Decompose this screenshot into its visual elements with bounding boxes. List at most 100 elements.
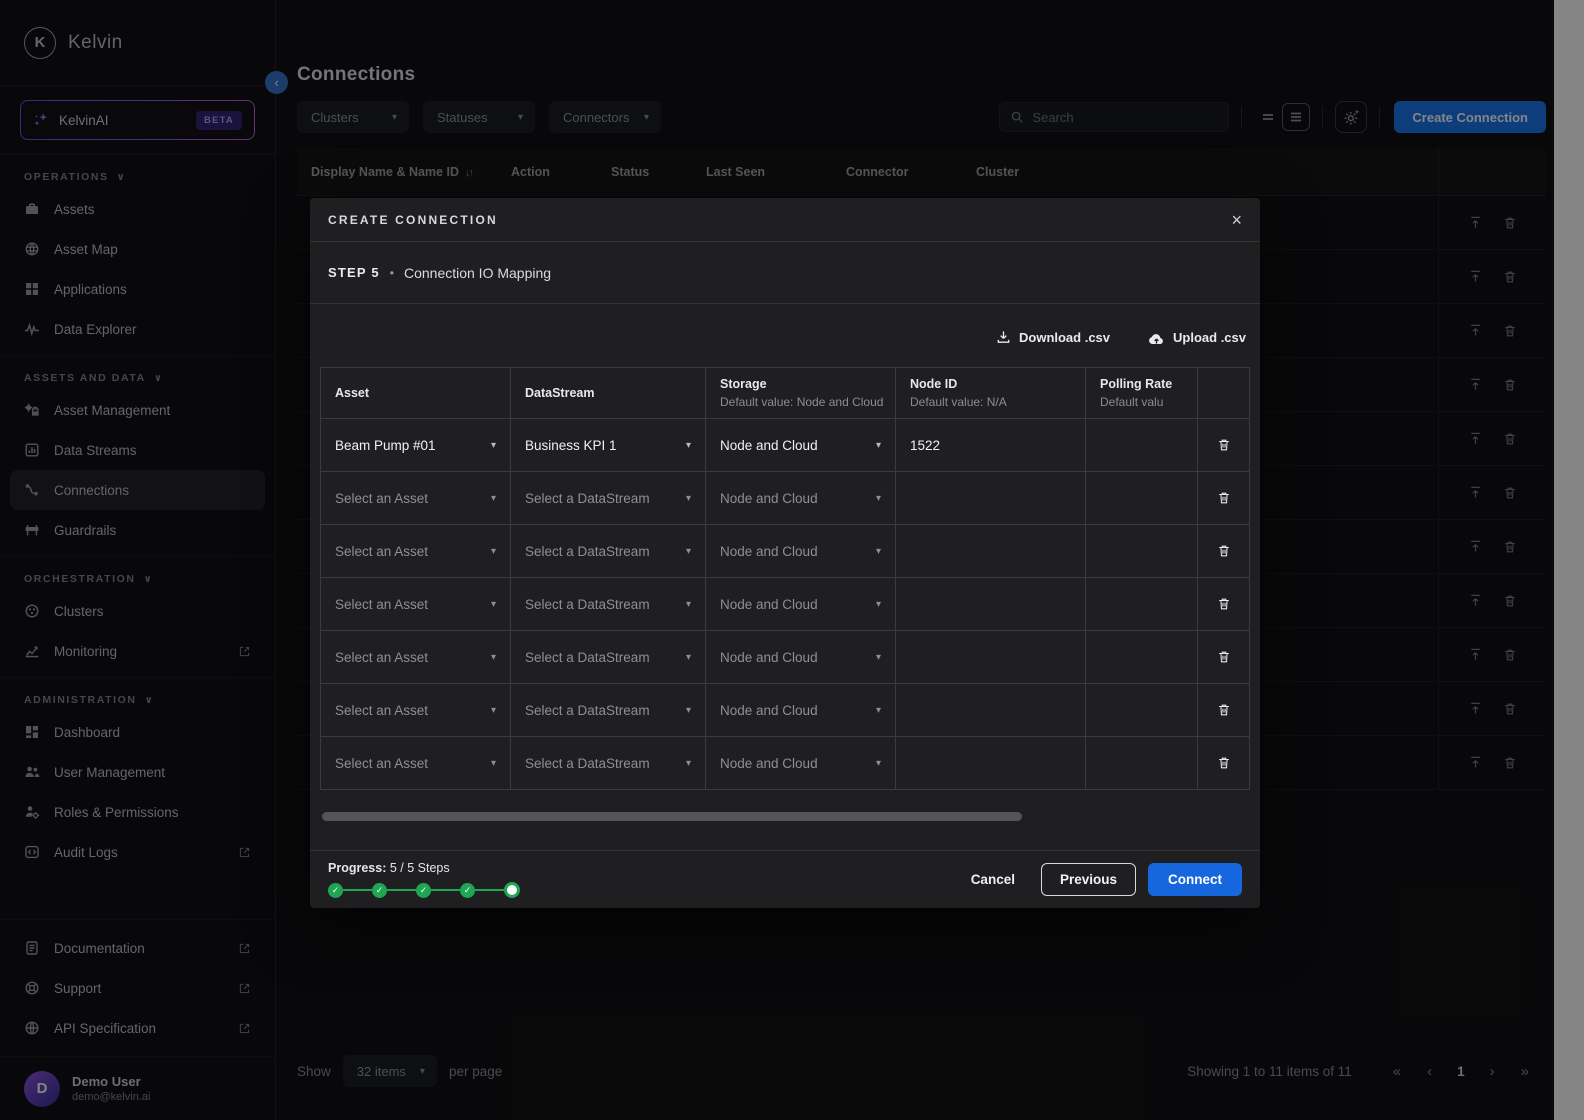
storage-value: Node and Cloud xyxy=(720,438,818,453)
trash-icon xyxy=(1217,597,1231,611)
datastream-value: Select a DataStream xyxy=(525,650,650,665)
chevron-down-icon: ▾ xyxy=(686,493,691,504)
chevron-down-icon: ▾ xyxy=(686,652,691,663)
storage-select[interactable]: Node and Cloud▾ xyxy=(720,597,881,612)
connect-button[interactable]: Connect xyxy=(1148,863,1242,896)
chevron-down-icon: ▾ xyxy=(491,758,496,769)
io-mapping-row: Select an Asset▾ Select a DataStream▾ No… xyxy=(321,578,1249,631)
datastream-select[interactable]: Select a DataStream ▾ xyxy=(525,650,691,665)
chevron-down-icon: ▾ xyxy=(686,705,691,716)
column-label: Asset xyxy=(335,386,496,400)
io-mapping-row: Select an Asset▾ Select a DataStream ▾ No… xyxy=(321,684,1249,737)
chevron-down-icon: ▾ xyxy=(491,493,496,504)
asset-select[interactable]: Select an Asset▾ xyxy=(335,544,496,559)
datastream-select[interactable]: Select a DataStream ▾ xyxy=(525,703,691,718)
column-asset: Asset xyxy=(321,368,511,419)
asset-select[interactable]: Select an Asset▾ xyxy=(335,650,496,665)
asset-select[interactable]: Beam Pump #01▾ xyxy=(335,438,496,453)
asset-select[interactable]: Select an Asset ▾ xyxy=(335,756,496,771)
close-button[interactable]: × xyxy=(1231,211,1242,229)
upload-cloud-icon xyxy=(1148,331,1165,345)
storage-select[interactable]: Node and Cloud▾ xyxy=(720,703,881,718)
delete-mapping-button[interactable] xyxy=(1217,756,1231,770)
datastream-select[interactable]: Select a DataStream▾ xyxy=(525,544,691,559)
modal-title: CREATE CONNECTION xyxy=(328,213,1231,227)
column-label: Polling Rate xyxy=(1100,377,1183,391)
io-mapping-row: Select an Asset ▾ Select a DataStream ▾ No… xyxy=(321,737,1249,790)
trash-icon xyxy=(1217,491,1231,505)
download-csv-button[interactable]: Download .csv xyxy=(996,330,1110,345)
upload-csv-label: Upload .csv xyxy=(1173,330,1246,345)
column-node-id: Node IDDefault value: N/A xyxy=(896,368,1086,419)
asset-value: Select an Asset xyxy=(335,491,428,506)
app-root: K Kelvin KelvinAI BETA OPERATIONS ∨ As xyxy=(0,0,1584,1120)
io-mapping-table: Asset DataStream StorageDefault value: N… xyxy=(320,367,1250,790)
step-done-3: ✓ xyxy=(416,883,431,898)
step-connector xyxy=(431,889,460,892)
storage-select[interactable]: Node and Cloud ▾ xyxy=(720,438,881,453)
upload-csv-button[interactable]: Upload .csv xyxy=(1148,330,1246,345)
previous-button[interactable]: Previous xyxy=(1041,863,1136,896)
datastream-value: Select a DataStream xyxy=(525,756,650,771)
trash-icon xyxy=(1217,756,1231,770)
storage-select[interactable]: Node and Cloud▾ xyxy=(720,491,881,506)
datastream-select[interactable]: Select a DataStream ▾ xyxy=(525,756,691,771)
download-icon xyxy=(996,330,1011,345)
chevron-down-icon: ▾ xyxy=(686,758,691,769)
bullet-icon: • xyxy=(390,266,394,280)
progress-value: 5 / 5 Steps xyxy=(390,861,450,875)
chevron-down-icon: ▾ xyxy=(491,652,496,663)
horizontal-scrollbar xyxy=(322,812,1248,821)
csv-actions: Download .csv Upload .csv xyxy=(320,330,1250,345)
trash-icon xyxy=(1217,650,1231,664)
storage-value: Node and Cloud xyxy=(720,756,818,771)
step-connector xyxy=(387,889,416,892)
storage-select[interactable]: Node and Cloud▾ xyxy=(720,544,881,559)
modal-body: Download .csv Upload .csv Asset DataStre… xyxy=(310,304,1260,850)
chevron-down-icon: ▾ xyxy=(876,705,881,716)
trash-icon xyxy=(1217,703,1231,717)
check-icon: ✓ xyxy=(464,885,472,896)
chevron-down-icon: ▾ xyxy=(876,440,881,451)
cancel-button[interactable]: Cancel xyxy=(955,864,1031,895)
datastream-value: Select a DataStream xyxy=(525,703,650,718)
progress-stepper: ✓ ✓ ✓ ✓ xyxy=(328,882,520,898)
io-mapping-row: Select an Asset▾ Select a DataStream ▾ No… xyxy=(321,631,1249,684)
column-storage: StorageDefault value: Node and Cloud xyxy=(706,368,896,419)
storage-select[interactable]: Node and Cloud▾ xyxy=(720,650,881,665)
trash-icon xyxy=(1217,544,1231,558)
download-csv-label: Download .csv xyxy=(1019,330,1110,345)
chevron-down-icon: ▾ xyxy=(686,599,691,610)
delete-mapping-button[interactable] xyxy=(1217,597,1231,611)
chevron-down-icon: ▾ xyxy=(491,440,496,451)
asset-value: Select an Asset xyxy=(335,756,428,771)
datastream-value: Business KPI 1 xyxy=(525,438,617,453)
datastream-select[interactable]: Business KPI 1 ▾ xyxy=(525,438,691,453)
io-mapping-row: Select an Asset▾ Select a DataStream▾ No… xyxy=(321,525,1249,578)
progress-indicator: Progress: 5 / 5 Steps ✓ ✓ ✓ ✓ xyxy=(328,861,520,898)
delete-mapping-button[interactable] xyxy=(1217,703,1231,717)
check-icon: ✓ xyxy=(376,885,384,896)
asset-select[interactable]: Select an Asset▾ xyxy=(335,597,496,612)
chevron-down-icon: ▾ xyxy=(876,546,881,557)
column-default-value: Default value: Node and Cloud xyxy=(720,395,881,409)
asset-value: Select an Asset xyxy=(335,597,428,612)
datastream-value: Select a DataStream xyxy=(525,491,650,506)
datastream-select[interactable]: Select a DataStream ▾ xyxy=(525,491,691,506)
datastream-select[interactable]: Select a DataStream▾ xyxy=(525,597,691,612)
column-default-value: Default valu xyxy=(1100,395,1183,409)
asset-select[interactable]: Select an Asset▾ xyxy=(335,703,496,718)
delete-mapping-button[interactable] xyxy=(1217,544,1231,558)
delete-mapping-button[interactable] xyxy=(1217,438,1231,452)
chevron-down-icon: ▾ xyxy=(876,493,881,504)
delete-mapping-button[interactable] xyxy=(1217,491,1231,505)
delete-mapping-button[interactable] xyxy=(1217,650,1231,664)
asset-select[interactable]: Select an Asset ▾ xyxy=(335,491,496,506)
step-indicator: STEP 5 • Connection IO Mapping xyxy=(310,242,1260,304)
node-id-input[interactable]: 1522 xyxy=(910,438,1071,453)
column-polling-rate: Polling Rate Default valu xyxy=(1086,368,1198,419)
trash-icon xyxy=(1217,438,1231,452)
storage-select[interactable]: Node and Cloud▾ xyxy=(720,756,881,771)
chevron-down-icon: ▾ xyxy=(686,440,691,451)
scrollbar-thumb[interactable] xyxy=(322,812,1022,821)
